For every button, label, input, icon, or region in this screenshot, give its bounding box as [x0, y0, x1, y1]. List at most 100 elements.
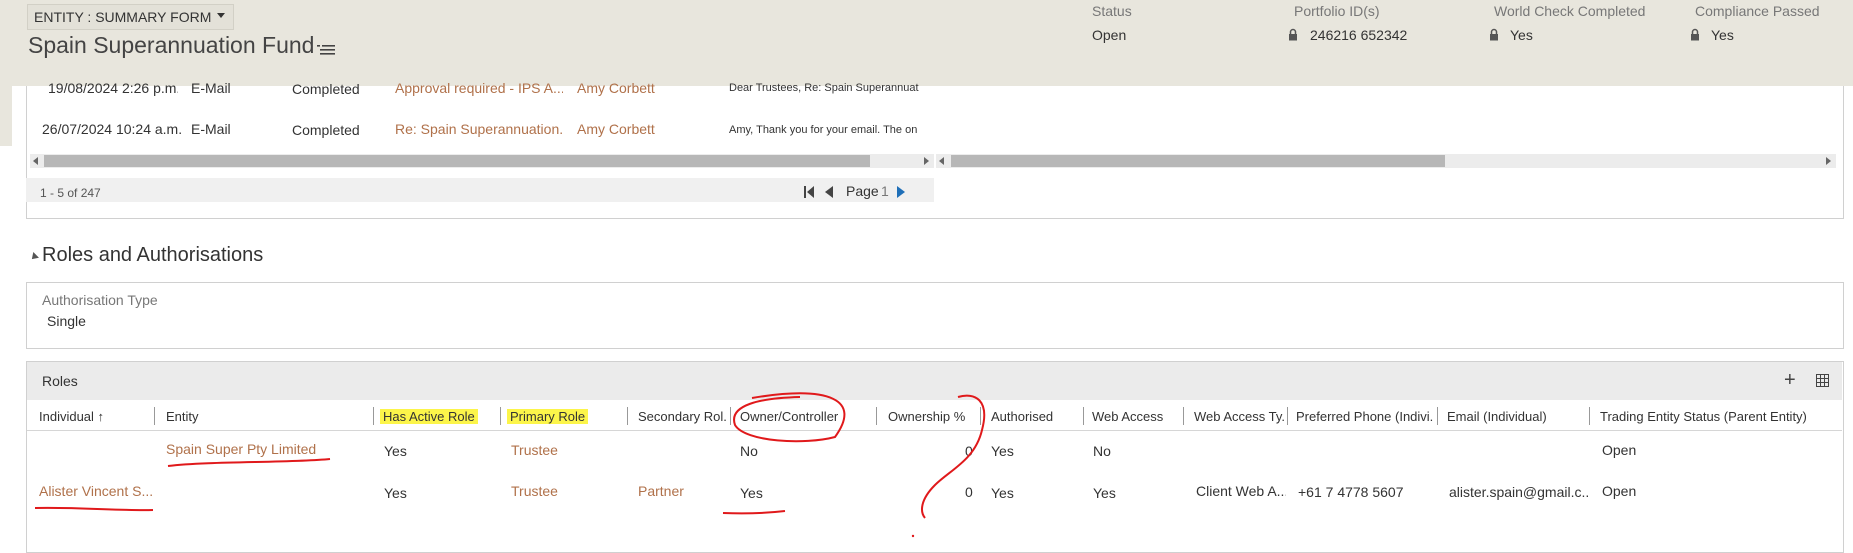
column-header-has-active-role[interactable]: Has Active Role [380, 407, 478, 427]
column-header-entity[interactable]: Entity [166, 407, 366, 427]
status-value: Open [1092, 27, 1127, 43]
form-selector-label: ENTITY : SUMMARY FORM [34, 9, 212, 25]
portfolio-value: 246216 652342 [1310, 27, 1408, 43]
chevron-down-icon [217, 12, 226, 18]
scroll-left-icon[interactable] [939, 157, 944, 165]
role-has-active: Yes [384, 443, 407, 459]
column-separator[interactable] [1437, 407, 1438, 425]
add-icon[interactable]: + [1784, 370, 1796, 390]
role-individual-link[interactable]: Alister Vincent S... [39, 483, 153, 499]
role-primary[interactable]: Trustee [511, 483, 558, 499]
scroll-thumb[interactable] [951, 155, 1445, 167]
column-header-preferred-phone[interactable]: Preferred Phone (Indivi... [1296, 407, 1434, 427]
activity-owner-link[interactable]: Amy Corbett [577, 121, 655, 137]
activity-description: Amy, Thank you for your email. The on [729, 124, 918, 136]
section-title: Roles and Authorisations [42, 244, 264, 266]
scroll-right-icon[interactable] [1826, 157, 1831, 165]
role-owner-controller: No [740, 443, 758, 459]
column-header-web-access-type[interactable]: Web Access Ty... [1194, 407, 1286, 427]
role-primary[interactable]: Trustee [511, 442, 558, 458]
column-header-email[interactable]: Email (Individual) [1447, 407, 1587, 427]
grid-view-icon[interactable] [1816, 374, 1829, 387]
role-secondary[interactable]: Partner [638, 483, 684, 499]
column-header-ownership-pct[interactable]: Ownership % [888, 407, 972, 427]
next-page-icon[interactable] [897, 186, 905, 198]
has-active-role-label: Has Active Role [380, 409, 478, 424]
activity-owner-link[interactable]: Amy Corbett [577, 80, 655, 96]
column-separator[interactable] [1183, 407, 1184, 425]
column-header-individual[interactable]: Individual ↑ [39, 407, 154, 427]
column-separator[interactable] [373, 407, 374, 425]
role-web-access: No [1093, 443, 1111, 459]
page-label: Page [846, 183, 879, 199]
page-number: 1 [881, 183, 889, 199]
column-header-owner-controller[interactable]: Owner/Controller [740, 407, 838, 427]
role-web-access: Yes [1093, 485, 1116, 501]
column-separator[interactable] [627, 407, 628, 425]
column-separator[interactable] [1589, 407, 1590, 425]
column-separator[interactable] [876, 407, 877, 425]
column-header-secondary-role[interactable]: Secondary Rol... [638, 407, 727, 427]
column-header-trading-status[interactable]: Trading Entity Status (Parent Entity) [1600, 407, 1840, 427]
role-has-active: Yes [384, 485, 407, 501]
header-divider [27, 430, 1842, 431]
role-ownership-pct: 0 [965, 484, 973, 500]
horizontal-scrollbar-right[interactable] [936, 154, 1836, 168]
lock-icon [1289, 28, 1297, 41]
primary-role-label: Primary Role [507, 409, 589, 424]
activity-subject-link[interactable]: Approval required - IPS A... [395, 80, 563, 96]
collapse-triangle-icon[interactable] [29, 252, 39, 262]
prev-page-icon[interactable] [825, 186, 833, 198]
role-phone: +61 7 4778 5607 [1298, 484, 1404, 500]
role-trading-status: Open [1602, 442, 1637, 458]
record-count: 1 - 5 of 247 [40, 186, 101, 200]
role-trading-status: Open [1602, 483, 1637, 499]
column-separator[interactable] [1287, 407, 1288, 425]
activity-subject-link[interactable]: Re: Spain Superannuation... [395, 121, 563, 137]
pager-bar [26, 178, 934, 202]
activity-status: Completed [292, 122, 360, 138]
column-header-authorised[interactable]: Authorised [991, 407, 1071, 427]
left-nav-strip [0, 86, 12, 146]
role-owner-controller: Yes [740, 485, 763, 501]
lock-icon [1490, 28, 1498, 41]
horizontal-scrollbar-left[interactable] [30, 154, 934, 168]
activity-description: Dear Trustees, Re: Spain Superannuat [729, 82, 919, 94]
menu-lines-icon[interactable] [317, 44, 335, 56]
roles-title: Roles [42, 373, 78, 389]
activity-type: E-Mail [191, 80, 231, 96]
role-email: alister.spain@gmail.c... [1449, 484, 1589, 500]
world-check-label: World Check Completed [1494, 3, 1646, 19]
roles-toolbar [27, 362, 1842, 400]
authorisation-panel [26, 282, 1844, 349]
scroll-left-icon[interactable] [33, 157, 38, 165]
role-authorised: Yes [991, 443, 1014, 459]
column-separator[interactable] [500, 407, 501, 425]
scroll-right-icon[interactable] [924, 157, 929, 165]
column-header-primary-role[interactable]: Primary Role [507, 407, 589, 427]
activity-status: Completed [292, 81, 360, 97]
authorisation-type-value[interactable]: Single [47, 313, 86, 329]
first-page-icon[interactable] [804, 186, 814, 198]
role-ownership-pct: 0 [965, 443, 973, 459]
authorisation-type-label: Authorisation Type [42, 292, 158, 308]
form-selector[interactable]: ENTITY : SUMMARY FORM [27, 4, 235, 30]
compliance-label: Compliance Passed [1695, 3, 1820, 19]
activity-date: 19/08/2024 2:26 p.m. [48, 80, 178, 96]
role-authorised: Yes [991, 485, 1014, 501]
world-check-value: Yes [1510, 27, 1533, 43]
scroll-thumb[interactable] [44, 155, 870, 167]
column-separator[interactable] [1083, 407, 1084, 425]
column-header-web-access[interactable]: Web Access [1092, 407, 1172, 427]
column-separator[interactable] [980, 407, 981, 425]
lock-icon [1691, 28, 1699, 41]
column-separator[interactable] [730, 407, 731, 425]
activity-date: 26/07/2024 10:24 a.m. [42, 121, 183, 137]
column-separator[interactable] [154, 407, 155, 425]
record-title: Spain Superannuation Fund [28, 32, 315, 58]
activity-type: E-Mail [191, 121, 231, 137]
compliance-value: Yes [1711, 27, 1734, 43]
role-web-access-type: Client Web A... [1196, 483, 1286, 499]
status-label: Status [1092, 3, 1132, 19]
role-entity-link[interactable]: Spain Super Pty Limited [166, 441, 316, 457]
